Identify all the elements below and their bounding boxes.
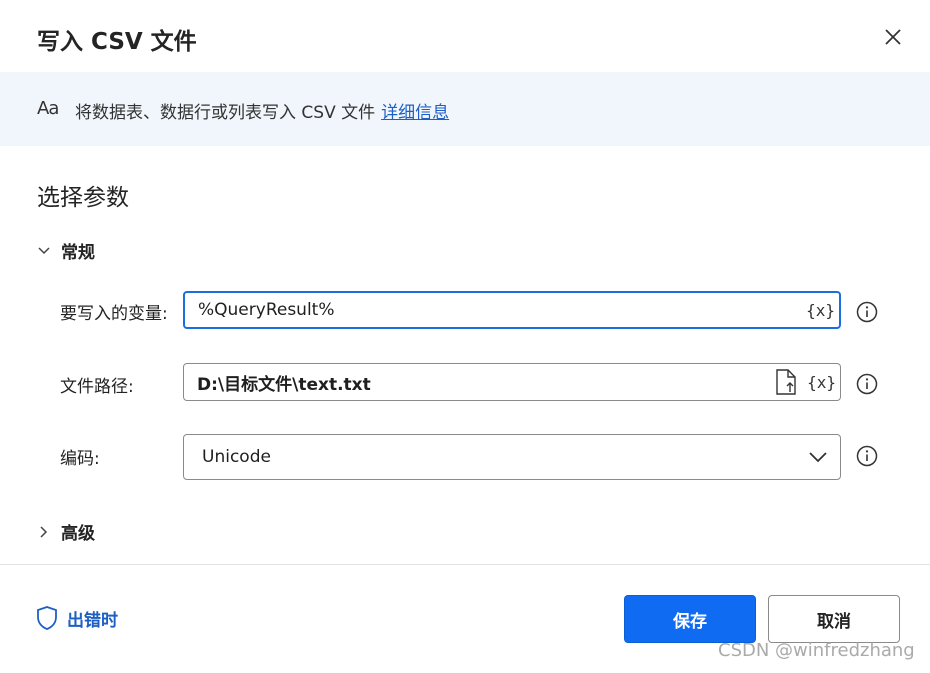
save-button[interactable]: 保存 bbox=[624, 595, 756, 643]
cancel-button[interactable]: 取消 bbox=[768, 595, 900, 643]
chevron-down-icon bbox=[809, 452, 827, 463]
group-advanced-label: 高级 bbox=[61, 524, 95, 544]
on-error-label: 出错时 bbox=[67, 610, 118, 631]
close-icon[interactable] bbox=[880, 24, 906, 50]
info-icon[interactable] bbox=[856, 373, 878, 395]
footer-divider bbox=[0, 564, 930, 565]
file-picker-icon[interactable] bbox=[775, 369, 797, 395]
file-path-label: 文件路径: bbox=[60, 377, 134, 397]
group-advanced-toggle[interactable]: 高级 bbox=[37, 519, 95, 544]
chevron-right-icon bbox=[40, 525, 48, 538]
info-icon[interactable] bbox=[856, 301, 878, 323]
variable-input[interactable]: %QueryResult% {x} bbox=[183, 291, 841, 329]
banner-text: 将数据表、数据行或列表写入 CSV 文件 bbox=[75, 103, 376, 123]
watermark: CSDN @winfredzhang bbox=[718, 640, 915, 661]
encoding-value: Unicode bbox=[202, 447, 271, 467]
group-general-toggle[interactable]: 常规 bbox=[37, 238, 95, 263]
banner-description: 将数据表、数据行或列表写入 CSV 文件 详细信息 bbox=[75, 98, 449, 123]
info-icon[interactable] bbox=[856, 445, 878, 467]
encoding-select[interactable]: Unicode bbox=[183, 434, 841, 480]
shield-icon bbox=[37, 606, 57, 630]
file-path-variable-icon[interactable]: {x} bbox=[807, 373, 836, 392]
file-path-input[interactable]: D:\目标文件\text.txt {x} bbox=[183, 363, 841, 401]
info-banner: Aa 将数据表、数据行或列表写入 CSV 文件 详细信息 bbox=[0, 72, 930, 146]
variable-picker-icon[interactable]: {x} bbox=[806, 301, 835, 320]
text-icon: Aa bbox=[37, 98, 59, 119]
file-path-value: D:\目标文件\text.txt bbox=[197, 374, 371, 395]
on-error-button[interactable]: 出错时 bbox=[35, 605, 118, 631]
dialog-title: 写入 CSV 文件 bbox=[37, 29, 197, 55]
section-title: 选择参数 bbox=[37, 185, 129, 211]
encoding-label: 编码: bbox=[60, 449, 100, 469]
group-general-label: 常规 bbox=[61, 243, 95, 263]
more-info-link[interactable]: 详细信息 bbox=[381, 103, 449, 123]
chevron-down-icon bbox=[38, 246, 50, 254]
variable-label: 要写入的变量: bbox=[60, 304, 168, 324]
variable-input-value: %QueryResult% bbox=[198, 300, 335, 320]
